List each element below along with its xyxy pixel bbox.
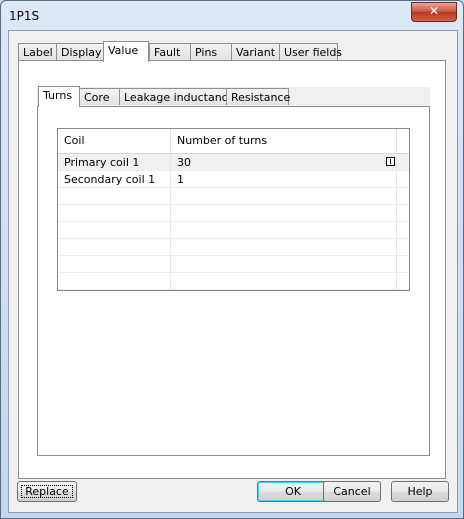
- close-icon: ✕: [428, 4, 440, 18]
- empty-cell: [58, 273, 171, 289]
- tab-core-text: Core: [84, 91, 110, 104]
- tab-fault-text: Fault: [154, 46, 181, 59]
- edit-cell-icon[interactable]: [386, 157, 395, 166]
- tab-core[interactable]: Core: [79, 88, 120, 105]
- tab-pins[interactable]: Pins: [190, 43, 232, 60]
- empty-row: [58, 273, 409, 290]
- empty-row: [58, 239, 409, 256]
- cancel-button-label: Cancel: [333, 485, 371, 498]
- cancel-button[interactable]: Cancel: [323, 481, 381, 502]
- dialog-window: 1P1S ✕ Label Display Value Fault Pins Va…: [0, 0, 464, 519]
- tab-value-text: Value: [108, 44, 139, 57]
- help-button[interactable]: Help: [391, 481, 449, 502]
- tab-leakage-inductance[interactable]: Leakage inductance: [119, 88, 234, 105]
- help-button-label: Help: [407, 485, 433, 498]
- column-header-coil-text: Coil: [64, 134, 85, 147]
- tab-leakage-inductance-text: Leakage inductance: [124, 91, 235, 104]
- empty-cell: [58, 188, 171, 204]
- empty-cell: [171, 188, 397, 204]
- coil-cell[interactable]: Secondary coil 1: [58, 171, 171, 187]
- tab-turns-text: Turns: [43, 89, 73, 102]
- title-bar[interactable]: 1P1S ✕: [1, 1, 463, 29]
- coil-cell[interactable]: Primary coil 1: [58, 154, 171, 170]
- grid-header: Coil Number of turns: [58, 129, 409, 154]
- replace-button-label: Replace: [25, 485, 69, 498]
- empty-row: [58, 256, 409, 273]
- tab-pins-text: Pins: [195, 46, 218, 59]
- empty-cell: [58, 222, 171, 238]
- empty-cell: [171, 273, 397, 289]
- window-title: 1P1S: [9, 9, 40, 23]
- column-header-number-of-turns[interactable]: Number of turns: [171, 129, 397, 153]
- empty-row: [58, 188, 409, 205]
- empty-cell: [58, 205, 171, 221]
- tab-turns[interactable]: Turns: [38, 86, 80, 107]
- tab-resistance-text: Resistance: [231, 91, 291, 104]
- column-header-coil[interactable]: Coil: [58, 129, 171, 153]
- empty-row: [58, 222, 409, 239]
- replace-button[interactable]: Replace: [17, 481, 77, 502]
- tab-label[interactable]: Label: [18, 43, 57, 60]
- table-row[interactable]: Primary coil 1 30: [58, 154, 409, 171]
- empty-cell: [171, 222, 397, 238]
- dialog-client: Label Display Value Fault Pins Variant U…: [8, 30, 458, 513]
- column-header-number-of-turns-text: Number of turns: [177, 134, 268, 147]
- tab-variant[interactable]: Variant: [231, 43, 280, 60]
- tab-user-fields[interactable]: User fields: [279, 43, 342, 60]
- tab-value[interactable]: Value: [103, 41, 149, 62]
- tab-display-text: Display: [61, 46, 102, 59]
- empty-cell: [171, 239, 397, 255]
- tab-display[interactable]: Display: [56, 43, 104, 60]
- empty-cell: [58, 256, 171, 272]
- empty-cell: [171, 256, 397, 272]
- tab-label-text: Label: [23, 46, 53, 59]
- value-tab-panel: Turns Core Leakage inductance Resistance…: [18, 60, 446, 479]
- close-button[interactable]: ✕: [411, 2, 457, 22]
- tab-resistance[interactable]: Resistance: [226, 88, 291, 105]
- turns-grid[interactable]: Coil Number of turns Primary coil 1 30 S…: [57, 128, 410, 291]
- turns-cell[interactable]: 1: [171, 171, 397, 187]
- table-row[interactable]: Secondary coil 1 1: [58, 171, 409, 188]
- tab-fault[interactable]: Fault: [149, 43, 191, 60]
- tab-user-fields-text: User fields: [284, 46, 343, 59]
- ok-button-label: OK: [285, 485, 301, 498]
- tab-variant-text: Variant: [236, 46, 276, 59]
- empty-cell: [58, 239, 171, 255]
- empty-cell: [171, 205, 397, 221]
- empty-row: [58, 205, 409, 222]
- ok-button[interactable]: OK: [257, 481, 329, 502]
- turns-cell[interactable]: 30: [171, 154, 397, 170]
